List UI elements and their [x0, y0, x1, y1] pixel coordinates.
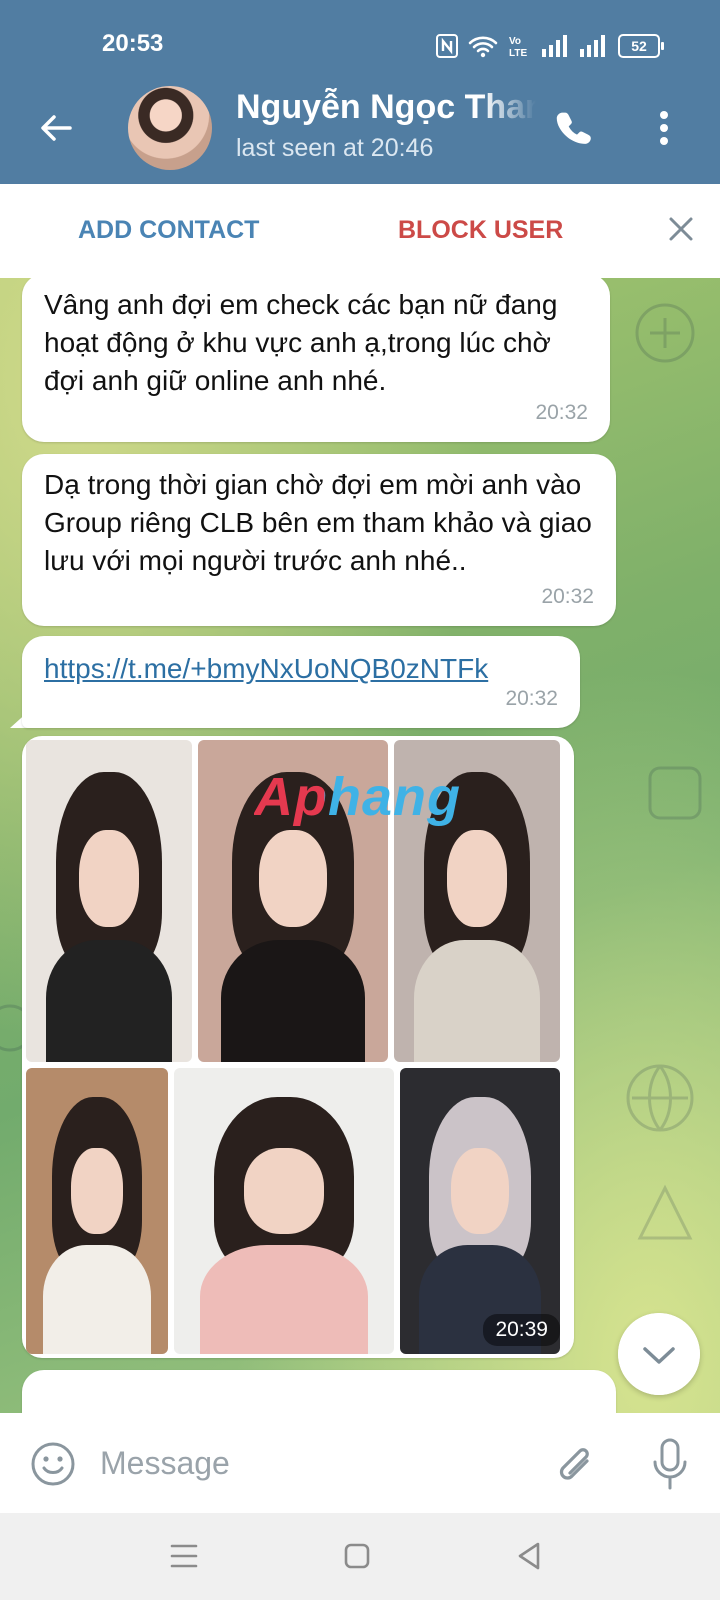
- album-photo[interactable]: [174, 1068, 394, 1354]
- background-doodle-icon: [637, 1184, 693, 1240]
- contact-action-bar: ADD CONTACT BLOCK USER: [0, 184, 720, 278]
- message-input[interactable]: [98, 1437, 522, 1489]
- paperclip-icon[interactable]: [552, 1439, 598, 1489]
- wifi-icon: [468, 36, 498, 58]
- message-time: 20:32: [535, 401, 588, 424]
- system-nav-bar: [0, 1513, 720, 1600]
- status-bar: 20:53 Vo LTE 52: [0, 0, 720, 92]
- nfc-icon: [436, 34, 458, 58]
- back-arrow-icon[interactable]: [36, 108, 76, 148]
- message-link[interactable]: https://t.me/+bmyNxUoNQB0zNTFk: [22, 636, 580, 688]
- emoji-icon[interactable]: [30, 1441, 76, 1487]
- signal-icon-2: [580, 35, 605, 57]
- photo-album[interactable]: Aphang 20:39: [22, 736, 574, 1358]
- watermark-logo: Aphang: [254, 767, 461, 827]
- album-photo[interactable]: [26, 1068, 168, 1354]
- avatar[interactable]: [128, 86, 212, 170]
- message-bubble[interactable]: Dạ trong thời gian chờ đợi em mời anh và…: [22, 454, 616, 626]
- signal-icon-1: [542, 35, 567, 57]
- message-bubble[interactable]: Vâng anh đợi em check các bạn nữ đang ho…: [22, 278, 610, 442]
- add-contact-button[interactable]: ADD CONTACT: [78, 216, 259, 245]
- scroll-down-button[interactable]: [618, 1313, 700, 1395]
- message-text: Vâng anh đợi em check các bạn nữ đang ho…: [44, 289, 558, 396]
- back-triangle-icon[interactable]: [516, 1541, 542, 1571]
- album-photo[interactable]: [26, 740, 192, 1062]
- last-seen-status: last seen at 20:46: [236, 134, 434, 162]
- message-input-bar: [0, 1413, 720, 1513]
- block-user-button[interactable]: BLOCK USER: [398, 216, 563, 245]
- chat-header: 20:53 Vo LTE 52 Nguyễn Ngọc Thanh last se…: [0, 0, 720, 184]
- volte-icon: VoLTE: [509, 36, 527, 58]
- status-icons: Vo LTE: [436, 32, 608, 60]
- home-icon[interactable]: [344, 1543, 370, 1569]
- status-time: 20:53: [102, 30, 164, 57]
- background-doodle-icon: [635, 303, 695, 363]
- chat-area[interactable]: Vâng anh đợi em check các bạn nữ đang ho…: [0, 278, 720, 1413]
- phone-icon[interactable]: [554, 108, 594, 148]
- svg-text:Vo: Vo: [509, 36, 521, 47]
- album-time: 20:39: [483, 1314, 560, 1346]
- recent-apps-icon[interactable]: [170, 1543, 198, 1569]
- message-text: Dạ trong thời gian chờ đợi em mời anh và…: [44, 469, 592, 576]
- close-icon[interactable]: [666, 214, 696, 244]
- background-doodle-icon: [648, 766, 702, 820]
- message-time: 20:32: [541, 585, 594, 608]
- more-options-icon[interactable]: [654, 108, 674, 148]
- message-bubble[interactable]: https://t.me/+bmyNxUoNQB0zNTFk 20:32: [22, 636, 580, 728]
- message-time: 20:32: [505, 687, 558, 710]
- background-doodle-icon: [626, 1064, 694, 1132]
- microphone-icon[interactable]: [650, 1437, 690, 1491]
- battery-indicator: 52: [618, 34, 664, 58]
- svg-text:LTE: LTE: [509, 48, 527, 58]
- album-photo[interactable]: [400, 1068, 560, 1354]
- contact-name[interactable]: Nguyễn Ngọc Thanh: [236, 88, 536, 127]
- message-bubble-partial[interactable]: [22, 1370, 616, 1413]
